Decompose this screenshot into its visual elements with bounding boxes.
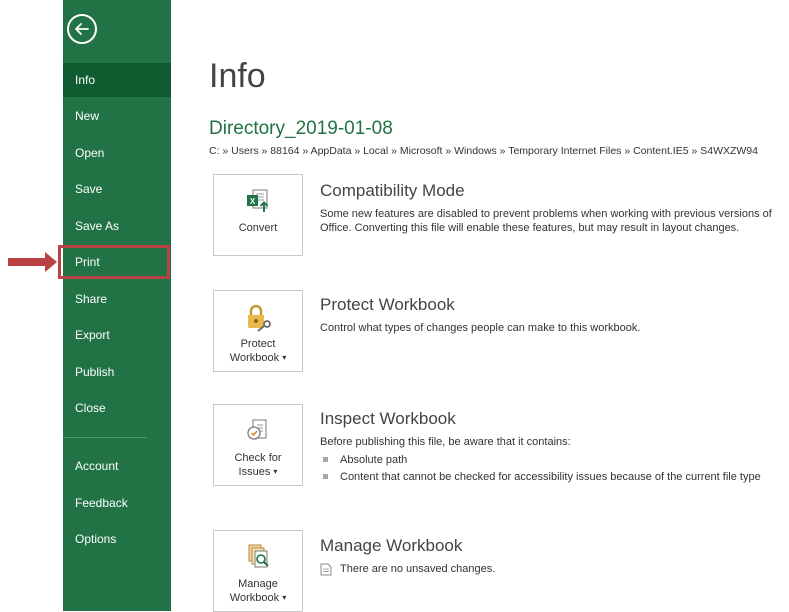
nav-label: Info xyxy=(75,73,96,87)
compatibility-heading: Compatibility Mode xyxy=(320,181,465,200)
nav-export[interactable]: Export xyxy=(63,318,171,352)
back-button[interactable] xyxy=(67,14,97,44)
nav-account[interactable]: Account xyxy=(63,449,171,483)
convert-button-label: Convert xyxy=(238,222,278,234)
protect-label-line2: Workbook xyxy=(229,352,280,364)
compatibility-section: Compatibility Mode Some new features are… xyxy=(320,180,780,235)
nav-save[interactable]: Save xyxy=(63,172,171,206)
inspect-bullet-list: Absolute path Content that cannot be che… xyxy=(320,453,780,484)
nav-label: Options xyxy=(75,532,117,546)
nav-label: Open xyxy=(75,146,105,160)
manage-note-row: There are no unsaved changes. xyxy=(320,563,780,576)
convert-button[interactable]: X Convert xyxy=(213,174,303,256)
list-item: Absolute path xyxy=(320,453,780,467)
nav-divider xyxy=(63,437,147,438)
manage-note: There are no unsaved changes. xyxy=(340,563,496,575)
dropdown-caret-icon: ▾ xyxy=(282,593,287,603)
inspect-heading: Inspect Workbook xyxy=(320,409,456,428)
nav-label: Feedback xyxy=(75,496,128,510)
lock-key-icon xyxy=(243,301,273,333)
nav-share[interactable]: Share xyxy=(63,282,171,316)
check-for-issues-button[interactable]: Check for Issues ▾ xyxy=(213,404,303,486)
manage-section: Manage Workbook There are no unsaved cha… xyxy=(320,535,780,576)
nav-save-as[interactable]: Save As xyxy=(63,209,171,243)
manage-label-line2: Workbook xyxy=(229,592,280,604)
check-label-line2: Issues xyxy=(238,466,271,478)
bullet-square-icon xyxy=(323,474,328,479)
nav-label: New xyxy=(75,109,100,123)
inspect-section: Inspect Workbook Before publishing this … xyxy=(320,408,780,487)
inspect-document-icon xyxy=(243,415,273,447)
document-name: Directory_2019-01-08 xyxy=(209,118,393,139)
protect-description: Control what types of changes people can… xyxy=(320,322,641,334)
nav-options[interactable]: Options xyxy=(63,522,171,556)
protect-heading: Protect Workbook xyxy=(320,295,455,314)
nav-info[interactable]: Info xyxy=(63,63,171,97)
back-arrow-icon xyxy=(75,23,89,35)
nav-label: Account xyxy=(75,459,119,473)
compatibility-description: Some new features are disabled to preven… xyxy=(320,208,772,234)
page-title: Info xyxy=(209,57,266,95)
list-item: Content that cannot be checked for acces… xyxy=(320,470,780,484)
manage-label-line1: Manage xyxy=(238,578,278,590)
protect-workbook-button[interactable]: Protect Workbook ▾ xyxy=(213,290,303,372)
nav-close[interactable]: Close xyxy=(63,391,171,425)
nav-publish[interactable]: Publish xyxy=(63,355,171,389)
nav-label: Close xyxy=(75,401,106,415)
excel-convert-icon: X xyxy=(243,185,273,217)
check-for-issues-label: Check for Issues ▾ xyxy=(234,451,281,479)
nav-open[interactable]: Open xyxy=(63,136,171,170)
manage-versions-icon xyxy=(243,541,273,573)
protect-section: Protect Workbook Control what types of c… xyxy=(320,294,780,335)
document-icon xyxy=(320,563,332,576)
manage-heading: Manage Workbook xyxy=(320,536,463,555)
nav-label: Save xyxy=(75,182,103,196)
bullet-square-icon xyxy=(323,457,328,462)
left-gutter xyxy=(0,0,63,611)
print-highlight-box xyxy=(58,245,170,279)
inspect-description: Before publishing this file, be aware th… xyxy=(320,436,571,448)
document-path[interactable]: C: » Users » 88164 » AppData » Local » M… xyxy=(209,145,789,157)
nav-label: Share xyxy=(75,292,108,306)
nav-feedback[interactable]: Feedback xyxy=(63,486,171,520)
protect-workbook-label: Protect Workbook ▾ xyxy=(230,337,286,365)
dropdown-caret-icon: ▾ xyxy=(282,353,287,363)
bullet-text: Content that cannot be checked for acces… xyxy=(340,471,761,483)
svg-text:X: X xyxy=(250,197,256,206)
manage-workbook-label: Manage Workbook ▾ xyxy=(230,577,286,605)
check-label-line1: Check for xyxy=(234,452,282,464)
info-pane: Info Directory_2019-01-08 C: » Users » 8… xyxy=(171,0,789,612)
nav-label: Save As xyxy=(75,219,120,233)
protect-label-line1: Protect xyxy=(240,338,276,350)
nav-label: Export xyxy=(75,328,110,342)
manage-workbook-button[interactable]: Manage Workbook ▾ xyxy=(213,530,303,612)
nav-new[interactable]: New xyxy=(63,99,171,133)
dropdown-caret-icon: ▾ xyxy=(273,467,278,477)
bullet-text: Absolute path xyxy=(340,454,408,466)
nav-label: Publish xyxy=(75,365,115,379)
annotation-arrow-head xyxy=(45,252,57,272)
annotation-arrow-shaft xyxy=(8,258,48,266)
